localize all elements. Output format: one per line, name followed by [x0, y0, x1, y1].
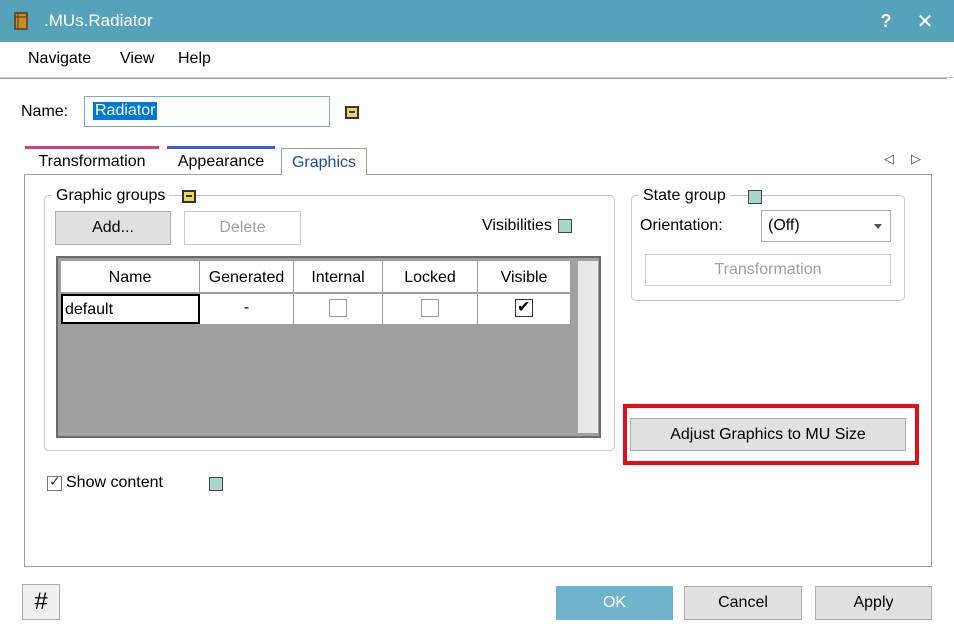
window-title: .MUs.Radiator — [44, 11, 153, 30]
menu-navigate[interactable]: Navigate — [28, 50, 91, 68]
grid-button[interactable]: # — [22, 584, 60, 620]
cell-locked — [383, 294, 478, 324]
grid-icon: # — [34, 588, 48, 615]
delete-button[interactable]: Delete — [184, 211, 301, 245]
tab-transformation[interactable]: Transformation — [25, 146, 159, 174]
locked-checkbox[interactable] — [421, 299, 439, 317]
column-header-name[interactable]: Name — [61, 261, 200, 293]
table-scrollbar[interactable] — [578, 261, 598, 433]
state-group-label: State group — [639, 187, 730, 205]
menu-bar: Navigate View Help — [0, 42, 954, 78]
visibilities-label: Visibilities — [482, 217, 552, 234]
orientation-label: Orientation: — [640, 217, 723, 234]
menu-separator — [0, 78, 947, 79]
tab-scroll-left-icon[interactable]: ◁ — [884, 151, 894, 167]
internal-checkbox[interactable] — [329, 299, 347, 317]
visibilities-toggle-icon[interactable] — [558, 219, 572, 233]
tab-accent-bar — [25, 146, 159, 149]
table-row[interactable]: default - — [61, 294, 571, 324]
show-content-checkbox[interactable] — [47, 473, 62, 491]
highlight-box — [623, 404, 919, 465]
show-content-label: Show content — [66, 474, 163, 491]
cell-visible — [478, 294, 571, 324]
column-header-visible[interactable]: Visible — [478, 261, 571, 293]
cancel-button[interactable]: Cancel — [684, 586, 802, 620]
menu-view[interactable]: View — [120, 50, 154, 68]
cell-internal — [294, 294, 383, 324]
graphic-groups-label: Graphic groups — [52, 187, 170, 205]
close-button[interactable]: ✕ — [914, 9, 936, 34]
cube-icon — [14, 12, 28, 30]
title-bar: .MUs.Radiator ? ✕ — [0, 0, 954, 42]
name-input-value: Radiator — [93, 102, 158, 120]
tab-appearance[interactable]: Appearance — [167, 146, 275, 174]
state-group-toggle-icon[interactable] — [748, 190, 762, 204]
visible-checkbox[interactable] — [515, 297, 533, 317]
add-button[interactable]: Add... — [55, 211, 171, 245]
tab-label: Transformation — [38, 153, 146, 170]
transformation-button[interactable]: Transformation — [645, 254, 891, 286]
chevron-down-icon — [874, 224, 882, 229]
graphic-groups-minus-icon[interactable] — [182, 190, 196, 203]
menu-help[interactable]: Help — [178, 50, 211, 68]
tab-graphics[interactable]: Graphics — [281, 148, 367, 175]
tab-label: Appearance — [177, 153, 265, 170]
column-header-internal[interactable]: Internal — [294, 261, 383, 293]
help-button[interactable]: ? — [876, 11, 896, 32]
show-content-toggle-icon[interactable] — [209, 477, 223, 491]
tab-label: Graphics — [291, 154, 357, 171]
table-header: Name Generated Internal Locked Visible — [61, 261, 571, 293]
name-input[interactable]: Radiator — [84, 96, 330, 127]
column-header-generated[interactable]: Generated — [200, 261, 294, 293]
tab-accent-bar — [167, 146, 275, 149]
orientation-value: (Off) — [768, 217, 800, 234]
tab-scroll-right-icon[interactable]: ▷ — [911, 151, 921, 167]
orientation-select[interactable]: (Off) — [761, 210, 891, 242]
column-header-locked[interactable]: Locked — [383, 261, 478, 293]
name-label: Name: — [21, 103, 69, 120]
inheritance-minus-icon[interactable] — [345, 106, 359, 119]
cell-generated: - — [200, 294, 294, 324]
ok-button[interactable]: OK — [556, 586, 673, 620]
apply-button[interactable]: Apply — [815, 586, 932, 620]
cell-name[interactable]: default — [61, 294, 200, 324]
graphic-groups-table: Name Generated Internal Locked Visible d… — [56, 256, 601, 438]
